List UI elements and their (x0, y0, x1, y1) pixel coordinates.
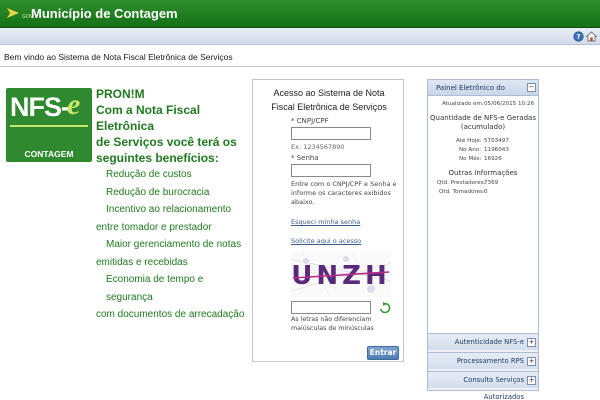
login-box: Acesso ao Sistema de Nota Fiscal Eletrôn… (252, 79, 404, 362)
captcha-note: As letras não diferenciam maiúsculas de … (291, 316, 374, 332)
promo-brand: PRON!M (96, 87, 145, 101)
nfse-count-title-line-2: (acumulado) (460, 123, 506, 131)
divider (0, 66, 600, 67)
accordion-rps[interactable]: Processamento RPS + (428, 352, 538, 369)
login-title-line-2: Fiscal Eletrônica de Serviços (271, 102, 387, 112)
logo-e-text: e (67, 88, 81, 121)
nfse-logo: NFS- e CONTAGEM (6, 88, 92, 162)
accordion-label: Processamento RPS (456, 357, 524, 365)
benefits-list: Redução de custos Redução de burocracia … (96, 166, 252, 324)
home-icon[interactable] (586, 31, 597, 42)
refresh-captcha-icon[interactable] (379, 302, 391, 314)
accordion-services[interactable]: Consulta Serviços Autorizados + (428, 371, 538, 400)
benefit-item: emitidas e recebidas (96, 256, 188, 268)
login-title-line-1: Acesso ao Sistema de Nota (273, 88, 385, 98)
captcha-image: UNZH (291, 251, 391, 297)
cnpj-hint: Ex: 1234567890 (291, 143, 345, 151)
gov-logo-icon (7, 8, 19, 18)
takers-label: Qtd. Tomadores: (439, 189, 485, 195)
promo-line-3: seguintes benefícios: (96, 151, 219, 165)
request-access-link[interactable]: Solicite aqui o acesso (291, 237, 361, 245)
cnpj-input[interactable] (291, 127, 371, 140)
updated-value: 05/06/2015 10:26 (484, 101, 535, 107)
municipal-panel: Painel Eletrônico do Município − Atualiz… (427, 79, 539, 400)
svg-text:?: ? (576, 33, 580, 41)
benefit-item: Redução de custos (106, 169, 192, 180)
year-value: 1196043 (484, 147, 509, 153)
welcome-message: Bem vindo ao Sistema de Nota Fiscal Elet… (4, 52, 233, 62)
captcha-text: UNZH (291, 261, 390, 291)
panel-body: Atualizado em: 05/06/2015 10:26 Quantida… (428, 96, 538, 333)
nfse-count-title: Quantidade de NFS-e Geradas (acumulado) (428, 114, 538, 132)
benefit-item: com documentos de arrecadação (96, 309, 245, 320)
login-title: Acesso ao Sistema de Nota Fiscal Eletrôn… (253, 86, 405, 114)
providers-value: 7369 (484, 180, 499, 186)
password-label: * Senha (291, 154, 319, 162)
promo-line-1: Com a Nota Fiscal Eletrônica (96, 103, 201, 133)
top-header: GOV Município de Contagem (0, 0, 600, 28)
expand-icon[interactable]: + (527, 357, 536, 366)
expand-icon[interactable]: + (527, 376, 536, 385)
logo-city-text: CONTAGEM (24, 149, 74, 159)
today-value: 5703497 (484, 138, 509, 144)
promo-text: PRON!M Com a Nota Fiscal Eletrônica de S… (96, 86, 252, 324)
collapse-icon[interactable]: − (527, 83, 536, 92)
month-value: 16926 (484, 156, 502, 162)
page: GOV Município de Contagem ? Bem vindo ao… (0, 0, 600, 400)
benefit-item: Incentivo ao relacionamento (106, 204, 232, 215)
month-label: No Mês: (459, 156, 482, 162)
login-instructions: Entre com o CNPJ/CPF e Senha e informe o… (291, 180, 397, 206)
logo-nfs-text: NFS- (10, 92, 70, 122)
providers-label: Qtd. Prestadores: (437, 180, 486, 186)
panel-header[interactable]: Painel Eletrônico do Município − (428, 80, 538, 108)
expand-icon[interactable]: + (527, 338, 536, 347)
login-button[interactable]: Entrar (367, 346, 399, 360)
accordion-authenticity[interactable]: Autenticidade NFS-e + (428, 333, 538, 350)
benefit-item: Economia de tempo e segurança (106, 274, 204, 303)
nfse-count-title-line-1: Quantidade de NFS-e Geradas (430, 114, 536, 122)
benefit-item: Redução de burocracia (106, 186, 210, 198)
accordion-label: Consulta Serviços Autorizados (463, 376, 524, 400)
help-icon[interactable]: ? (573, 31, 584, 42)
other-info-title: Outras Informações (448, 169, 518, 177)
takers-value: 0 (484, 189, 488, 195)
toolbar: ? (0, 28, 600, 45)
updated-label: Atualizado em: (442, 101, 484, 107)
page-title: Município de Contagem (31, 6, 178, 21)
year-label: No Ano: (459, 147, 482, 153)
benefit-item: Maior gerenciamento de notas (106, 239, 242, 250)
promo-line-2: de Serviços você terá os (96, 135, 237, 149)
cnpj-label: * CNPJ/CPF (291, 117, 329, 125)
password-input[interactable] (291, 164, 371, 177)
today-label: Até Hoje: (456, 138, 482, 144)
benefit-item: entre tomador e prestador (96, 221, 212, 233)
logo-bar (10, 125, 88, 127)
captcha-input[interactable] (291, 301, 371, 314)
forgot-password-link[interactable]: Esqueci minha senha (291, 218, 360, 226)
accordion-label: Autenticidade NFS-e (454, 338, 524, 346)
